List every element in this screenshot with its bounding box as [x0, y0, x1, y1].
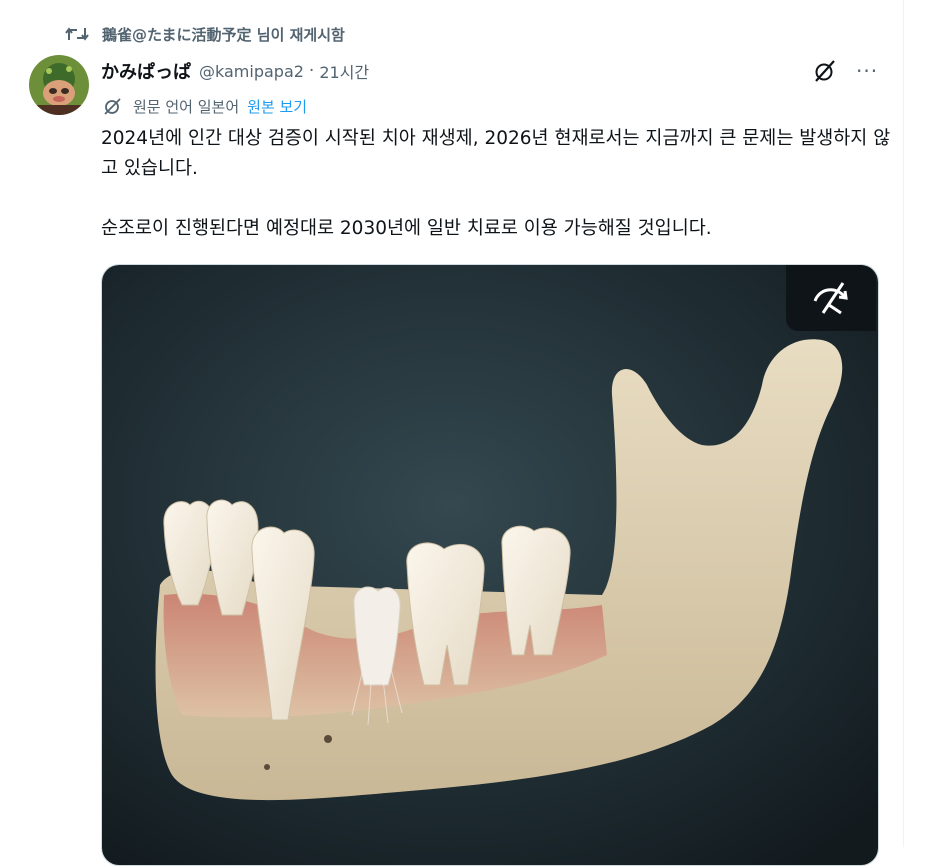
tweet-text: 2024년에 인간 대상 검증이 시작된 치아 재생제, 2026년 현재로서는…	[101, 124, 891, 244]
repost-text: 鵝雀@たまに活動予定 님이 재게시함	[102, 25, 345, 44]
repost-indicator[interactable]: 鵝雀@たまに活動予定 님이 재게시함	[64, 22, 345, 46]
tweet-paragraph-1: 2024년에 인간 대상 검증이 시작된 치아 재생제, 2026년 현재로서는…	[101, 128, 891, 179]
translation-label: 원문 언어 일본어	[133, 97, 240, 116]
tweet-paragraph-2: 순조로이 진행된다면 예정대로 2030년에 일반 치료로 이용 가능해질 것입…	[101, 218, 712, 239]
translation-info: 원문 언어 일본어 원본 보기	[103, 94, 307, 118]
tweet-header: かみぱっぱ @kamipapa2 · 21시간	[101, 58, 369, 84]
author-display-name[interactable]: かみぱっぱ	[101, 58, 191, 84]
translate-icon	[104, 98, 121, 115]
jaw-with-regrowing-tooth-image	[102, 265, 878, 865]
show-original-link[interactable]: 원본 보기	[247, 96, 307, 117]
repost-icon	[65, 27, 89, 41]
author-handle[interactable]: @kamipapa2	[199, 62, 304, 81]
more-options-button[interactable]: ···	[856, 61, 878, 81]
tweet-header-actions: ···	[812, 58, 878, 84]
grok-button[interactable]	[812, 58, 838, 84]
tweet-timestamp[interactable]: 21시간	[319, 59, 369, 83]
media-ai-badge-icon	[813, 282, 848, 315]
grok-icon	[815, 60, 835, 82]
tweet-media-image[interactable]	[101, 264, 879, 866]
media-ai-badge[interactable]	[786, 265, 876, 331]
avatar[interactable]	[29, 55, 89, 115]
separator-dot: ·	[308, 61, 315, 81]
timeline-border	[903, 0, 904, 847]
